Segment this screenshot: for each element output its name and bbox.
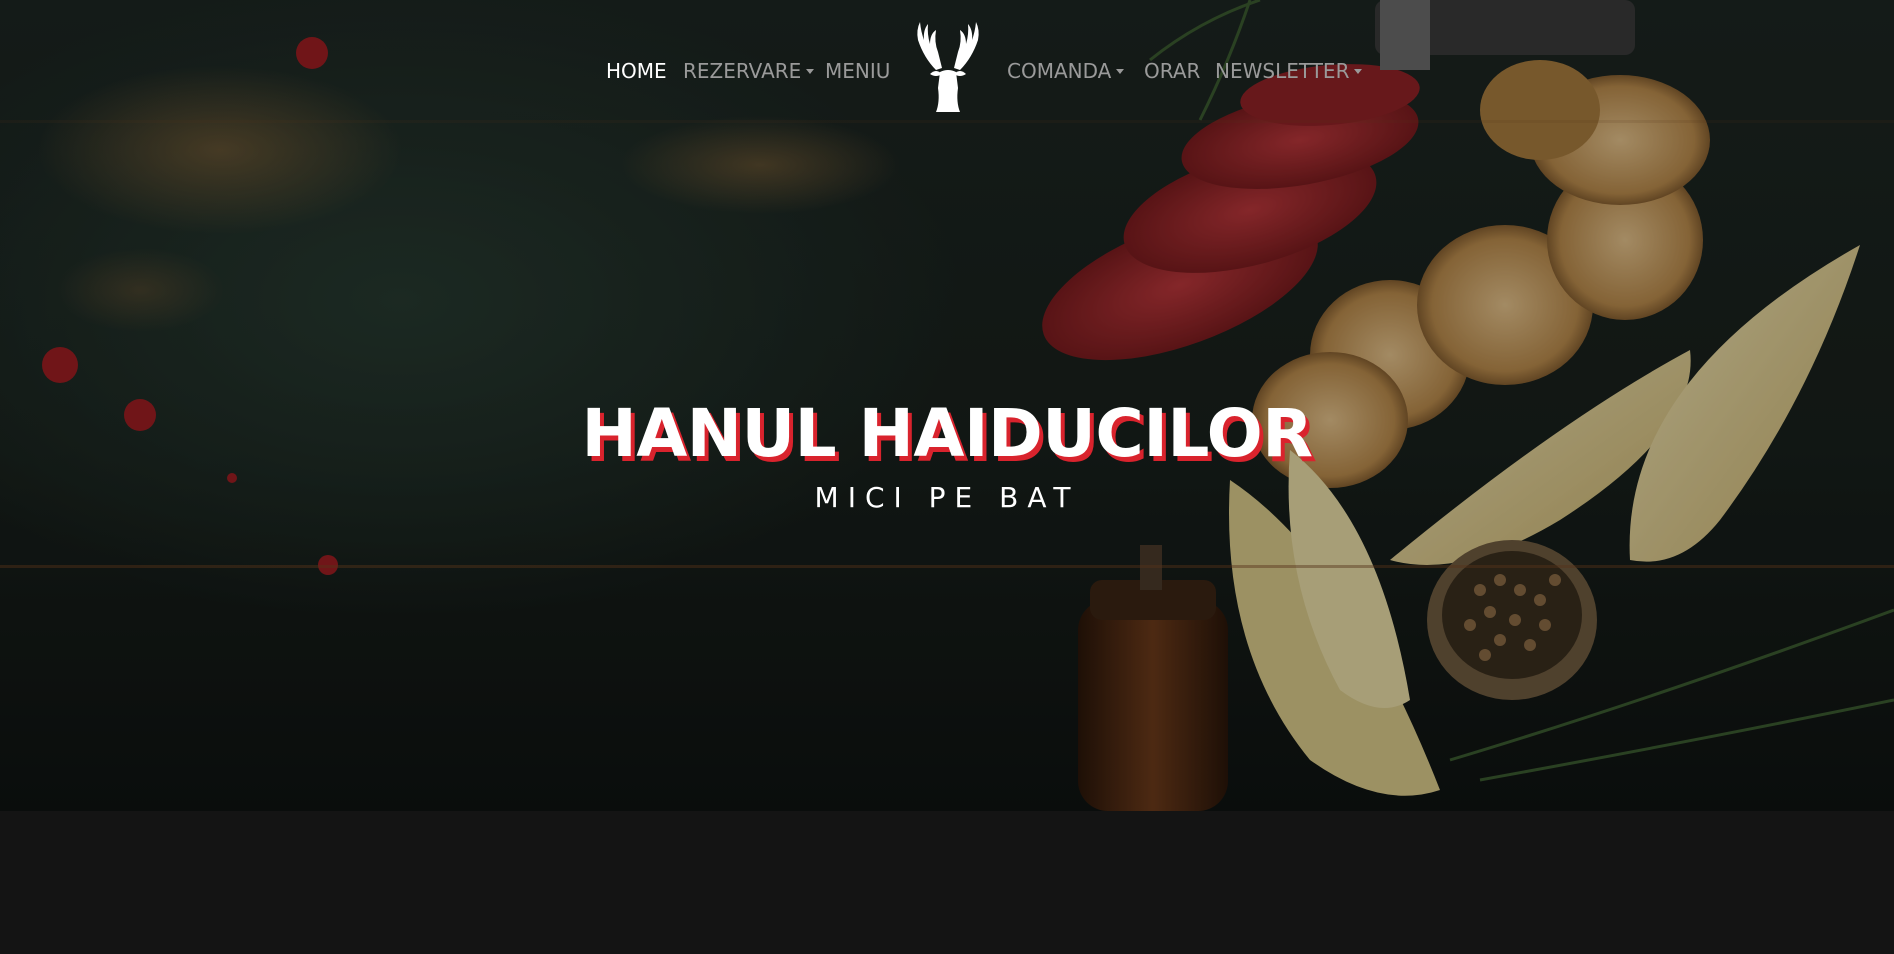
nav-item-label: COMANDA	[1007, 59, 1112, 83]
nav-item-home[interactable]: HOME	[606, 56, 667, 86]
nav-item-label: MENIU	[825, 59, 891, 83]
main-navigation: HOME REZERVARE MENIU COMANDA ORAR NEWSLE…	[0, 22, 1894, 112]
caret-down-icon	[1116, 69, 1125, 74]
nav-item-meniu[interactable]: MENIU	[825, 56, 890, 86]
nav-item-label: HOME	[606, 59, 667, 83]
page-bottom-band	[0, 811, 1894, 954]
caret-down-icon	[1354, 69, 1363, 74]
hero-subtitle: MICI PE BAT	[814, 481, 1080, 514]
nav-item-label: NEWSLETTER	[1215, 59, 1350, 83]
nav-item-label: ORAR	[1144, 59, 1201, 83]
nav-item-newsletter[interactable]: NEWSLETTER	[1215, 56, 1363, 86]
hero-title: HANUL HAIDUCILOR	[581, 395, 1313, 472]
nav-item-rezervare[interactable]: REZERVARE	[683, 56, 815, 86]
nav-item-label: REZERVARE	[683, 59, 802, 83]
deer-head-antlers-icon[interactable]	[906, 18, 990, 118]
nav-item-comanda[interactable]: COMANDA	[1007, 56, 1125, 86]
nav-item-orar[interactable]: ORAR	[1144, 56, 1200, 86]
caret-down-icon	[806, 69, 815, 74]
hero-title-wrap: HANUL HAIDUCILOR	[0, 394, 1894, 474]
